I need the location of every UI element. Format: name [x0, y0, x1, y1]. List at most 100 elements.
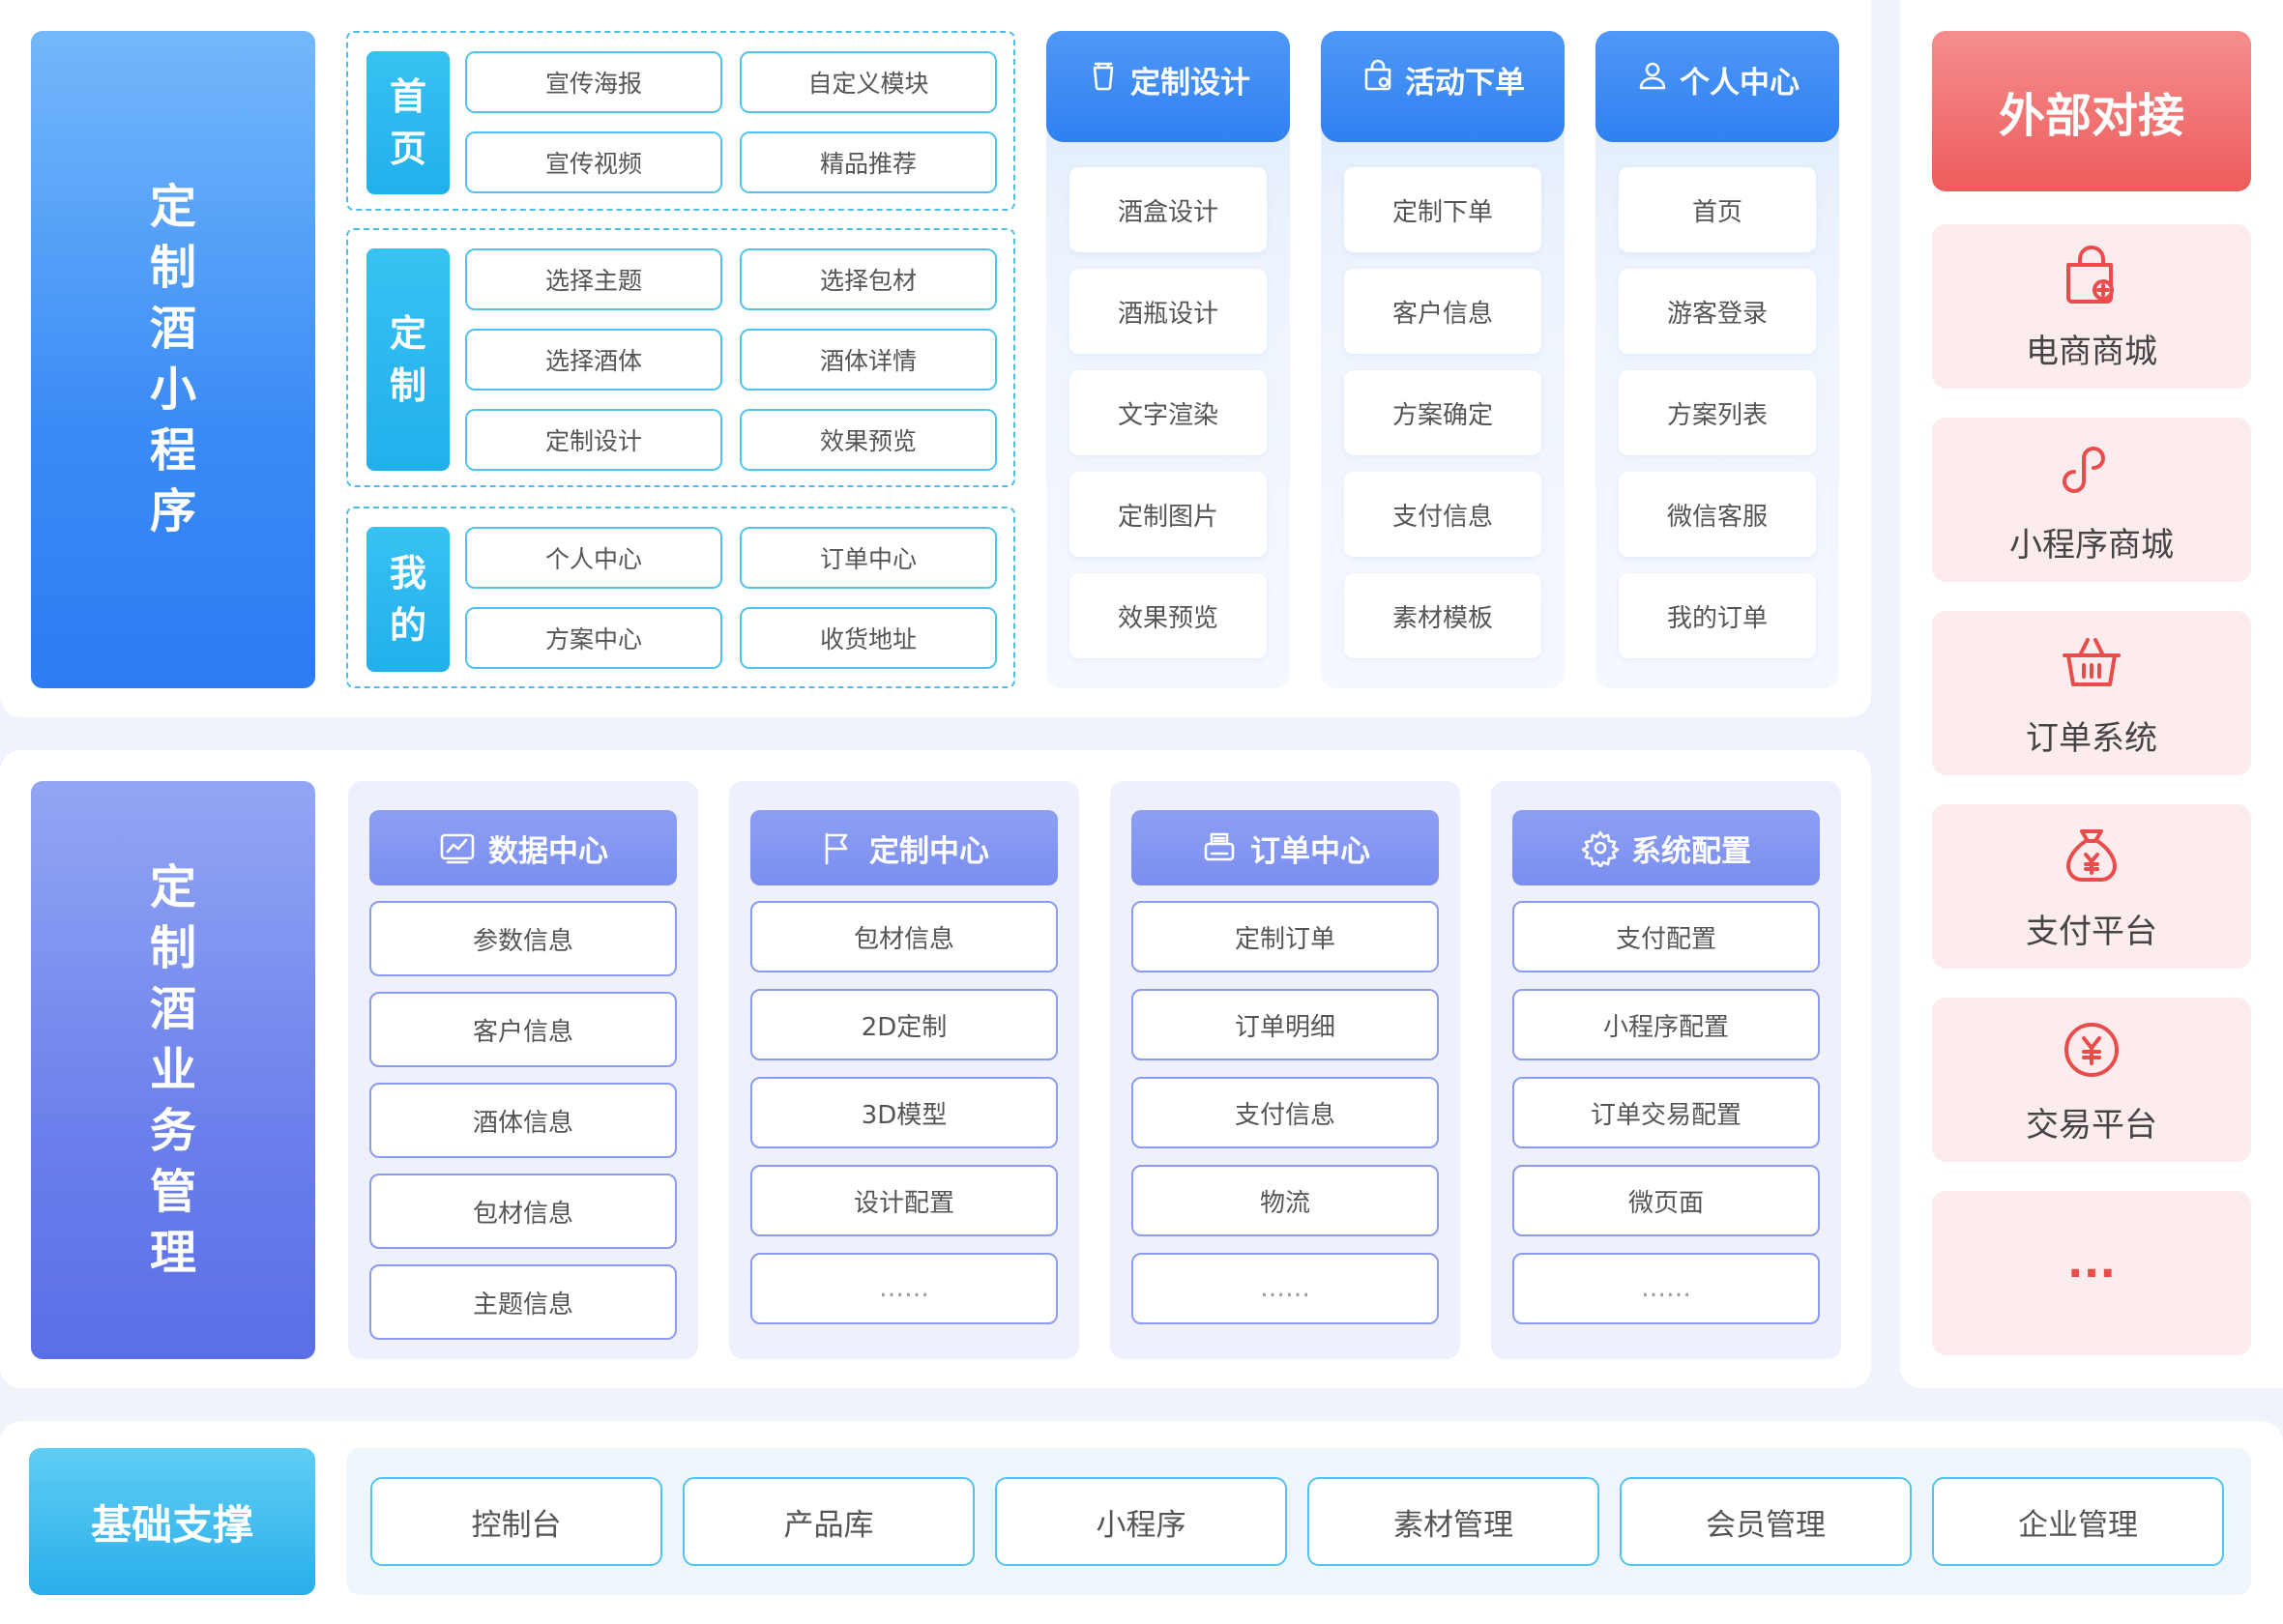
- group-customize: 定制 选择主题 选择包材 选择酒体 酒体详情 定制设计 效果预览: [346, 228, 1015, 487]
- external-title-bar: 外部对接: [1932, 31, 2251, 191]
- base-title-bar: 基础支撑: [29, 1448, 315, 1595]
- base-item-member-mgmt[interactable]: 会员管理: [1620, 1477, 1912, 1566]
- item-payment-info[interactable]: 支付信息: [1131, 1077, 1439, 1148]
- column-order-center-header: 订单中心: [1131, 810, 1439, 885]
- item-material-template[interactable]: 素材模板: [1344, 573, 1541, 658]
- item-custom-image[interactable]: 定制图片: [1069, 472, 1267, 557]
- external-item-trade-platform[interactable]: 交易平台: [1932, 998, 2251, 1162]
- column-system-config: 系统配置 支付配置 小程序配置 订单交易配置 微页面 ……: [1491, 781, 1841, 1359]
- item-logistics[interactable]: 物流: [1131, 1165, 1439, 1236]
- item-customer-info[interactable]: 客户信息: [1344, 269, 1541, 354]
- item-package-info[interactable]: 包材信息: [369, 1174, 677, 1249]
- chart-icon: [440, 833, 475, 864]
- item-plan-confirm[interactable]: 方案确定: [1344, 370, 1541, 455]
- item-wechat-service[interactable]: 微信客服: [1619, 472, 1816, 557]
- item-plan-list[interactable]: 方案列表: [1619, 370, 1816, 455]
- item-choose-package[interactable]: 选择包材: [740, 248, 997, 310]
- user-icon: [1639, 62, 1666, 90]
- item-effect-preview[interactable]: 效果预览: [740, 409, 997, 471]
- item-promo-poster[interactable]: 宣传海报: [465, 51, 722, 113]
- item-choose-theme[interactable]: 选择主题: [465, 248, 722, 310]
- item-promo-video[interactable]: 宣传视频: [465, 131, 722, 193]
- column-activity-order-header: 活动下单: [1321, 31, 1565, 142]
- base-item-miniprogram[interactable]: 小程序: [995, 1477, 1287, 1566]
- base-title: 基础支撑: [90, 1500, 253, 1549]
- item-bottle-design[interactable]: 酒瓶设计: [1069, 269, 1267, 354]
- item-payment-config[interactable]: 支付配置: [1512, 901, 1820, 972]
- item-more[interactable]: ……: [750, 1253, 1058, 1324]
- item-order-trade-config[interactable]: 订单交易配置: [1512, 1077, 1820, 1148]
- item-custom-module[interactable]: 自定义模块: [740, 51, 997, 113]
- base-item-material-mgmt[interactable]: 素材管理: [1307, 1477, 1599, 1566]
- item-choose-liquor[interactable]: 选择酒体: [465, 329, 722, 391]
- item-payment-info[interactable]: 支付信息: [1344, 472, 1541, 557]
- column-activity-order: 活动下单 定制下单 客户信息 方案确定 支付信息 素材模板: [1321, 31, 1565, 688]
- item-custom-design[interactable]: 定制设计: [465, 409, 722, 471]
- item-more[interactable]: ……: [1131, 1253, 1439, 1324]
- column-data-center-header: 数据中心: [369, 810, 677, 885]
- item-plan-center[interactable]: 方案中心: [465, 607, 722, 669]
- item-my-orders[interactable]: 我的订单: [1619, 573, 1816, 658]
- link-icon: [2063, 446, 2105, 493]
- column-system-config-header: 系统配置: [1512, 810, 1820, 885]
- column-personal-center: 个人中心 首页 游客登录 方案列表 微信客服 我的订单: [1595, 31, 1839, 688]
- external-item-order-system[interactable]: 订单系统: [1932, 611, 2251, 775]
- external-item-more[interactable]: ···: [1932, 1191, 2251, 1355]
- cup-icon: [1093, 62, 1114, 91]
- printer-icon: [1204, 832, 1235, 861]
- group-customize-tag: 定制: [366, 248, 450, 471]
- shopping-bag-icon: [1364, 59, 1391, 91]
- item-design-config[interactable]: 设计配置: [750, 1165, 1058, 1236]
- item-order-detail[interactable]: 订单明细: [1131, 989, 1439, 1060]
- item-custom-order[interactable]: 定制下单: [1344, 167, 1541, 252]
- miniprogram-title-bar: 定制酒小程序: [31, 31, 315, 688]
- item-micro-page[interactable]: 微页面: [1512, 1165, 1820, 1236]
- base-item-console[interactable]: 控制台: [370, 1477, 662, 1566]
- base-item-product-library[interactable]: 产品库: [683, 1477, 975, 1566]
- item-box-design[interactable]: 酒盒设计: [1069, 167, 1267, 252]
- item-liquor-info[interactable]: 酒体信息: [369, 1083, 677, 1158]
- external-item-mini-mall[interactable]: 小程序商城: [1932, 418, 2251, 582]
- flag-icon: [825, 832, 848, 865]
- external-item-ecommerce[interactable]: 电商商城: [1932, 224, 2251, 389]
- group-home: 首页 宣传海报 自定义模块 宣传视频 精品推荐: [346, 31, 1015, 211]
- item-more[interactable]: ……: [1512, 1253, 1820, 1324]
- yen-circle-icon: [2064, 1022, 2119, 1077]
- item-shipping-address[interactable]: 收货地址: [740, 607, 997, 669]
- item-3d-model[interactable]: 3D模型: [750, 1077, 1058, 1148]
- group-mine-tag: 我的: [366, 527, 450, 672]
- miniprogram-title: 定制酒小程序: [149, 180, 196, 538]
- external-title: 外部对接: [1998, 89, 2184, 143]
- column-custom-center-header: 定制中心: [750, 810, 1058, 885]
- external-item-payment-platform[interactable]: 支付平台: [1932, 804, 2251, 969]
- column-custom-design: 定制设计 酒盒设计 酒瓶设计 文字渲染 定制图片 效果预览: [1046, 31, 1290, 688]
- group-home-tag: 首页: [366, 51, 450, 194]
- item-featured[interactable]: 精品推荐: [740, 131, 997, 193]
- shopping-bag-plus-icon: [2066, 245, 2114, 304]
- item-theme-info[interactable]: 主题信息: [369, 1264, 677, 1340]
- item-customer-info[interactable]: 客户信息: [369, 992, 677, 1067]
- base-item-enterprise-mgmt[interactable]: 企业管理: [1932, 1477, 2224, 1566]
- item-order-center[interactable]: 订单中心: [740, 527, 997, 589]
- item-preview[interactable]: 效果预览: [1069, 573, 1267, 658]
- management-title: 定制酒业务管理: [149, 859, 196, 1280]
- item-home[interactable]: 首页: [1619, 167, 1816, 252]
- money-bag-icon: [2066, 828, 2117, 882]
- item-liquor-detail[interactable]: 酒体详情: [740, 329, 997, 391]
- item-miniprogram-config[interactable]: 小程序配置: [1512, 989, 1820, 1060]
- gear-icon: [1581, 830, 1620, 867]
- item-guest-login[interactable]: 游客登录: [1619, 269, 1816, 354]
- basket-icon: [2063, 637, 2121, 686]
- item-personal-center[interactable]: 个人中心: [465, 527, 722, 589]
- column-custom-center: 定制中心 包材信息 2D定制 3D模型 设计配置 ……: [729, 781, 1079, 1359]
- column-order-center: 订单中心 定制订单 订单明细 支付信息 物流 ……: [1110, 781, 1460, 1359]
- column-custom-design-header: 定制设计: [1046, 31, 1290, 142]
- management-title-bar: 定制酒业务管理: [31, 781, 315, 1359]
- column-data-center: 数据中心 参数信息 客户信息 酒体信息 包材信息 主题信息: [348, 781, 698, 1359]
- item-text-render[interactable]: 文字渲染: [1069, 370, 1267, 455]
- item-package-info[interactable]: 包材信息: [750, 901, 1058, 972]
- item-2d-custom[interactable]: 2D定制: [750, 989, 1058, 1060]
- item-param-info[interactable]: 参数信息: [369, 901, 677, 976]
- column-personal-center-header: 个人中心: [1595, 31, 1839, 142]
- item-custom-order[interactable]: 定制订单: [1131, 901, 1439, 972]
